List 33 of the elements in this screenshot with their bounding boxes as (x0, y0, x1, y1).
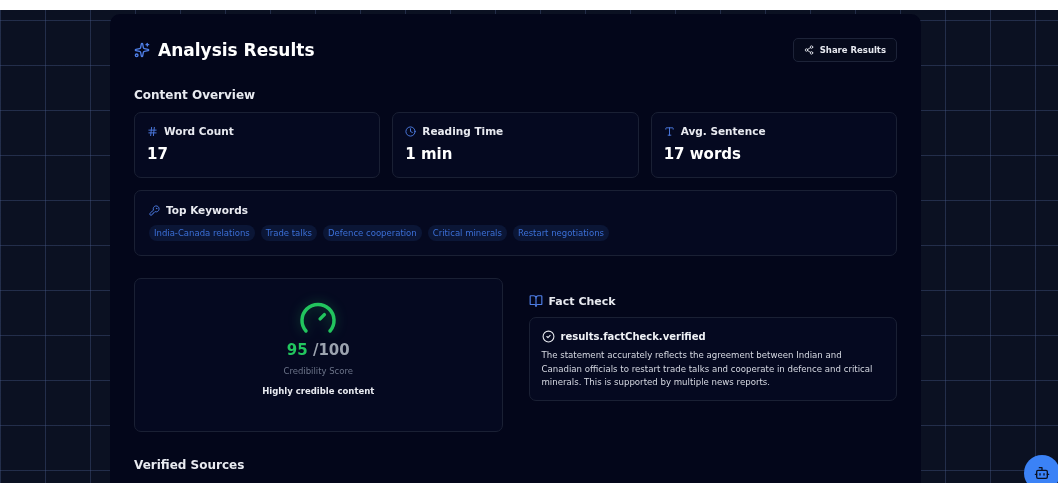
card-heading: Top Keywords (166, 204, 248, 216)
score-value: 95 /100 (286, 341, 350, 359)
section-heading: Fact Check (548, 294, 616, 308)
keyword-tag: Defence cooperation (323, 225, 422, 241)
stat-label: Word Count (164, 125, 234, 137)
keyword-tag: Critical minerals (427, 225, 507, 241)
stat-label: Reading Time (422, 125, 504, 137)
section-heading: Verified Sources (134, 458, 246, 472)
keyword-tag: Restart negotiations (512, 225, 609, 241)
keyword-tag: Trade talks (260, 225, 318, 241)
sparkles-icon (134, 42, 150, 58)
robot-icon (1034, 465, 1050, 481)
book-icon (528, 294, 543, 308)
clock-icon (405, 125, 417, 137)
share-icon (803, 45, 814, 55)
share-button[interactable]: Share Results (792, 38, 897, 62)
score-label: Credibility Score (283, 366, 354, 376)
keyword-tag: India-Canada relations (149, 225, 255, 241)
fact-check-text: The statement accurately reflects the agreement between Indian and Canadian officials to restart trade talks and cooperate in defence and critical minerals. This is supported by multiple news reports. (541, 349, 874, 389)
page-title: Analysis Results (158, 40, 315, 60)
key-icon (149, 204, 160, 216)
stat-value: 1 min (405, 145, 454, 163)
verdict-text: Highly credible content (262, 386, 375, 396)
fact-check-status: results.factCheck.verified (560, 331, 706, 342)
hash-icon (147, 125, 158, 137)
stat-label: Avg. Sentence (680, 125, 766, 137)
check-icon (541, 330, 555, 343)
gauge-icon (298, 301, 339, 335)
text-icon (663, 125, 675, 137)
section-heading: Content Overview (134, 88, 257, 102)
stat-value: 17 (147, 145, 169, 163)
chatbot-button[interactable] (1024, 455, 1058, 483)
stat-value: 17 words (663, 145, 742, 163)
